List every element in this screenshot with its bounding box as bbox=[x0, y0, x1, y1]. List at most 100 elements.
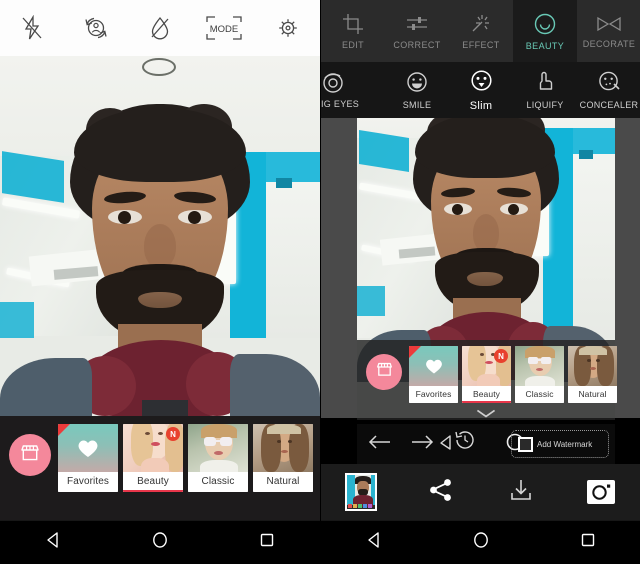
add-watermark-control[interactable]: Add Watermark bbox=[511, 430, 609, 458]
filter-thumb-natural bbox=[568, 346, 617, 386]
subtool-label-concealer: CONCEALER bbox=[579, 100, 639, 110]
store-icon bbox=[19, 443, 41, 468]
subtool-smile[interactable]: SMILE bbox=[385, 62, 449, 118]
arrow-left-icon bbox=[367, 434, 393, 454]
filter-card-natural[interactable]: Natural bbox=[253, 424, 313, 492]
download-icon bbox=[508, 477, 534, 508]
recents-square-icon bbox=[579, 531, 597, 554]
camera-viewfinder[interactable] bbox=[0, 56, 320, 416]
home-button[interactable] bbox=[140, 523, 180, 563]
add-watermark-label: Add Watermark bbox=[537, 439, 593, 449]
subtool-liquify[interactable]: LIQUIFY bbox=[513, 62, 577, 118]
sliders-icon bbox=[405, 13, 429, 37]
redo-button[interactable] bbox=[409, 434, 435, 455]
new-corner-flag bbox=[409, 346, 421, 358]
collapse-filters-button-editor[interactable] bbox=[357, 406, 615, 424]
flash-off-button[interactable] bbox=[6, 6, 58, 50]
beauty-drop-button[interactable] bbox=[134, 6, 186, 50]
camera-icon bbox=[587, 480, 615, 504]
photo-thumbnail bbox=[345, 473, 377, 511]
switch-camera-icon bbox=[82, 15, 110, 41]
water-drop-icon bbox=[147, 15, 173, 41]
home-button[interactable] bbox=[461, 523, 501, 563]
filter-card-beauty[interactable]: N Beauty bbox=[123, 424, 183, 492]
camera-screen: MODE Favorites N Beauty Classic Natural bbox=[0, 0, 320, 564]
flash-off-icon bbox=[19, 15, 45, 41]
android-nav-bar-right bbox=[321, 520, 640, 564]
mode-icon: MODE bbox=[204, 14, 244, 42]
subtool-concealer[interactable]: CONCEALER bbox=[577, 62, 640, 118]
tab-decorate[interactable]: DECORATE bbox=[577, 0, 640, 62]
filter-card-favorites-editor[interactable]: Favorites bbox=[409, 346, 458, 403]
heart-icon bbox=[425, 359, 442, 374]
filter-label-natural: Natural bbox=[568, 386, 617, 403]
gallery-thumbnail-button[interactable] bbox=[321, 473, 401, 511]
crop-icon bbox=[342, 13, 364, 37]
recents-button[interactable] bbox=[568, 523, 608, 563]
concealer-face-icon bbox=[597, 70, 622, 96]
history-button[interactable] bbox=[453, 428, 477, 457]
smiley-face-icon bbox=[533, 12, 557, 38]
sparkle-wand-icon bbox=[469, 13, 493, 37]
heart-icon bbox=[78, 440, 98, 457]
android-nav-bar-left bbox=[0, 520, 320, 564]
filter-list-editor: Favorites N Beauty Classic Natural bbox=[409, 346, 617, 403]
checkbox-icon[interactable] bbox=[518, 436, 533, 452]
filter-list: Favorites N Beauty Classic Natural bbox=[58, 424, 313, 492]
filter-label-beauty: Beauty bbox=[123, 472, 183, 492]
filter-label-natural: Natural bbox=[253, 472, 313, 492]
filter-store-button-editor[interactable] bbox=[366, 354, 402, 390]
tab-correct[interactable]: CORRECT bbox=[385, 0, 449, 62]
save-button[interactable] bbox=[481, 477, 561, 508]
filter-thumb-beauty: N bbox=[123, 424, 183, 472]
photo-editor-screen: EDIT CORRECT EFFECT BEAUTY DECORATE IG E… bbox=[320, 0, 640, 564]
tab-label-correct: CORRECT bbox=[393, 39, 441, 50]
triangle-left-icon bbox=[439, 434, 453, 454]
filter-label-favorites: Favorites bbox=[58, 472, 118, 492]
settings-button[interactable] bbox=[262, 6, 314, 50]
camera-button[interactable] bbox=[561, 480, 640, 504]
home-circle-icon bbox=[151, 531, 169, 554]
subtool-label-liquify: LIQUIFY bbox=[526, 100, 564, 110]
back-button[interactable] bbox=[33, 523, 73, 563]
back-triangle-icon bbox=[365, 531, 383, 554]
filter-card-natural-editor[interactable]: Natural bbox=[568, 346, 617, 403]
tab-label-beauty: BEAUTY bbox=[525, 40, 565, 51]
mode-button[interactable]: MODE bbox=[198, 6, 250, 50]
filter-label-classic: Classic bbox=[515, 386, 564, 403]
subtool-slim[interactable]: Slim bbox=[449, 62, 513, 118]
step-back-button[interactable] bbox=[439, 434, 453, 455]
filter-thumb-classic bbox=[188, 424, 248, 472]
tab-beauty[interactable]: BEAUTY bbox=[513, 0, 577, 62]
tab-effect[interactable]: EFFECT bbox=[449, 0, 513, 62]
editor-bottom-bar bbox=[321, 464, 640, 520]
recents-square-icon bbox=[258, 531, 276, 554]
big-eyes-icon bbox=[321, 71, 345, 95]
back-button[interactable] bbox=[354, 523, 394, 563]
new-badge: N bbox=[494, 349, 508, 363]
filter-label-beauty: Beauty bbox=[462, 386, 511, 403]
share-icon bbox=[428, 477, 454, 508]
filter-store-button[interactable] bbox=[9, 434, 51, 476]
mode-label: MODE bbox=[210, 24, 239, 35]
tab-edit[interactable]: EDIT bbox=[321, 0, 385, 62]
selfie-photo bbox=[0, 56, 320, 416]
back-triangle-icon bbox=[44, 531, 62, 554]
smile-face-icon bbox=[405, 70, 429, 96]
undo-button[interactable] bbox=[367, 434, 393, 455]
tab-label-effect: EFFECT bbox=[462, 39, 500, 50]
subtool-label-slim: Slim bbox=[469, 100, 493, 112]
camera-toolbar: MODE bbox=[0, 0, 320, 56]
filter-card-classic-editor[interactable]: Classic bbox=[515, 346, 564, 403]
filter-card-favorites[interactable]: Favorites bbox=[58, 424, 118, 492]
filter-card-beauty-editor[interactable]: N Beauty bbox=[462, 346, 511, 403]
camera-filter-bar: Favorites N Beauty Classic Natural bbox=[0, 416, 320, 520]
share-button[interactable] bbox=[401, 477, 481, 508]
filter-card-classic[interactable]: Classic bbox=[188, 424, 248, 492]
recents-button[interactable] bbox=[247, 523, 287, 563]
slim-face-icon bbox=[469, 68, 494, 96]
filter-label-favorites: Favorites bbox=[409, 386, 458, 403]
beauty-sub-toolbar: IG EYES SMILE Slim LIQUIFY CONCEALER bbox=[321, 62, 640, 118]
subtool-big-eyes[interactable]: IG EYES bbox=[321, 62, 385, 118]
switch-camera-button[interactable] bbox=[70, 6, 122, 50]
